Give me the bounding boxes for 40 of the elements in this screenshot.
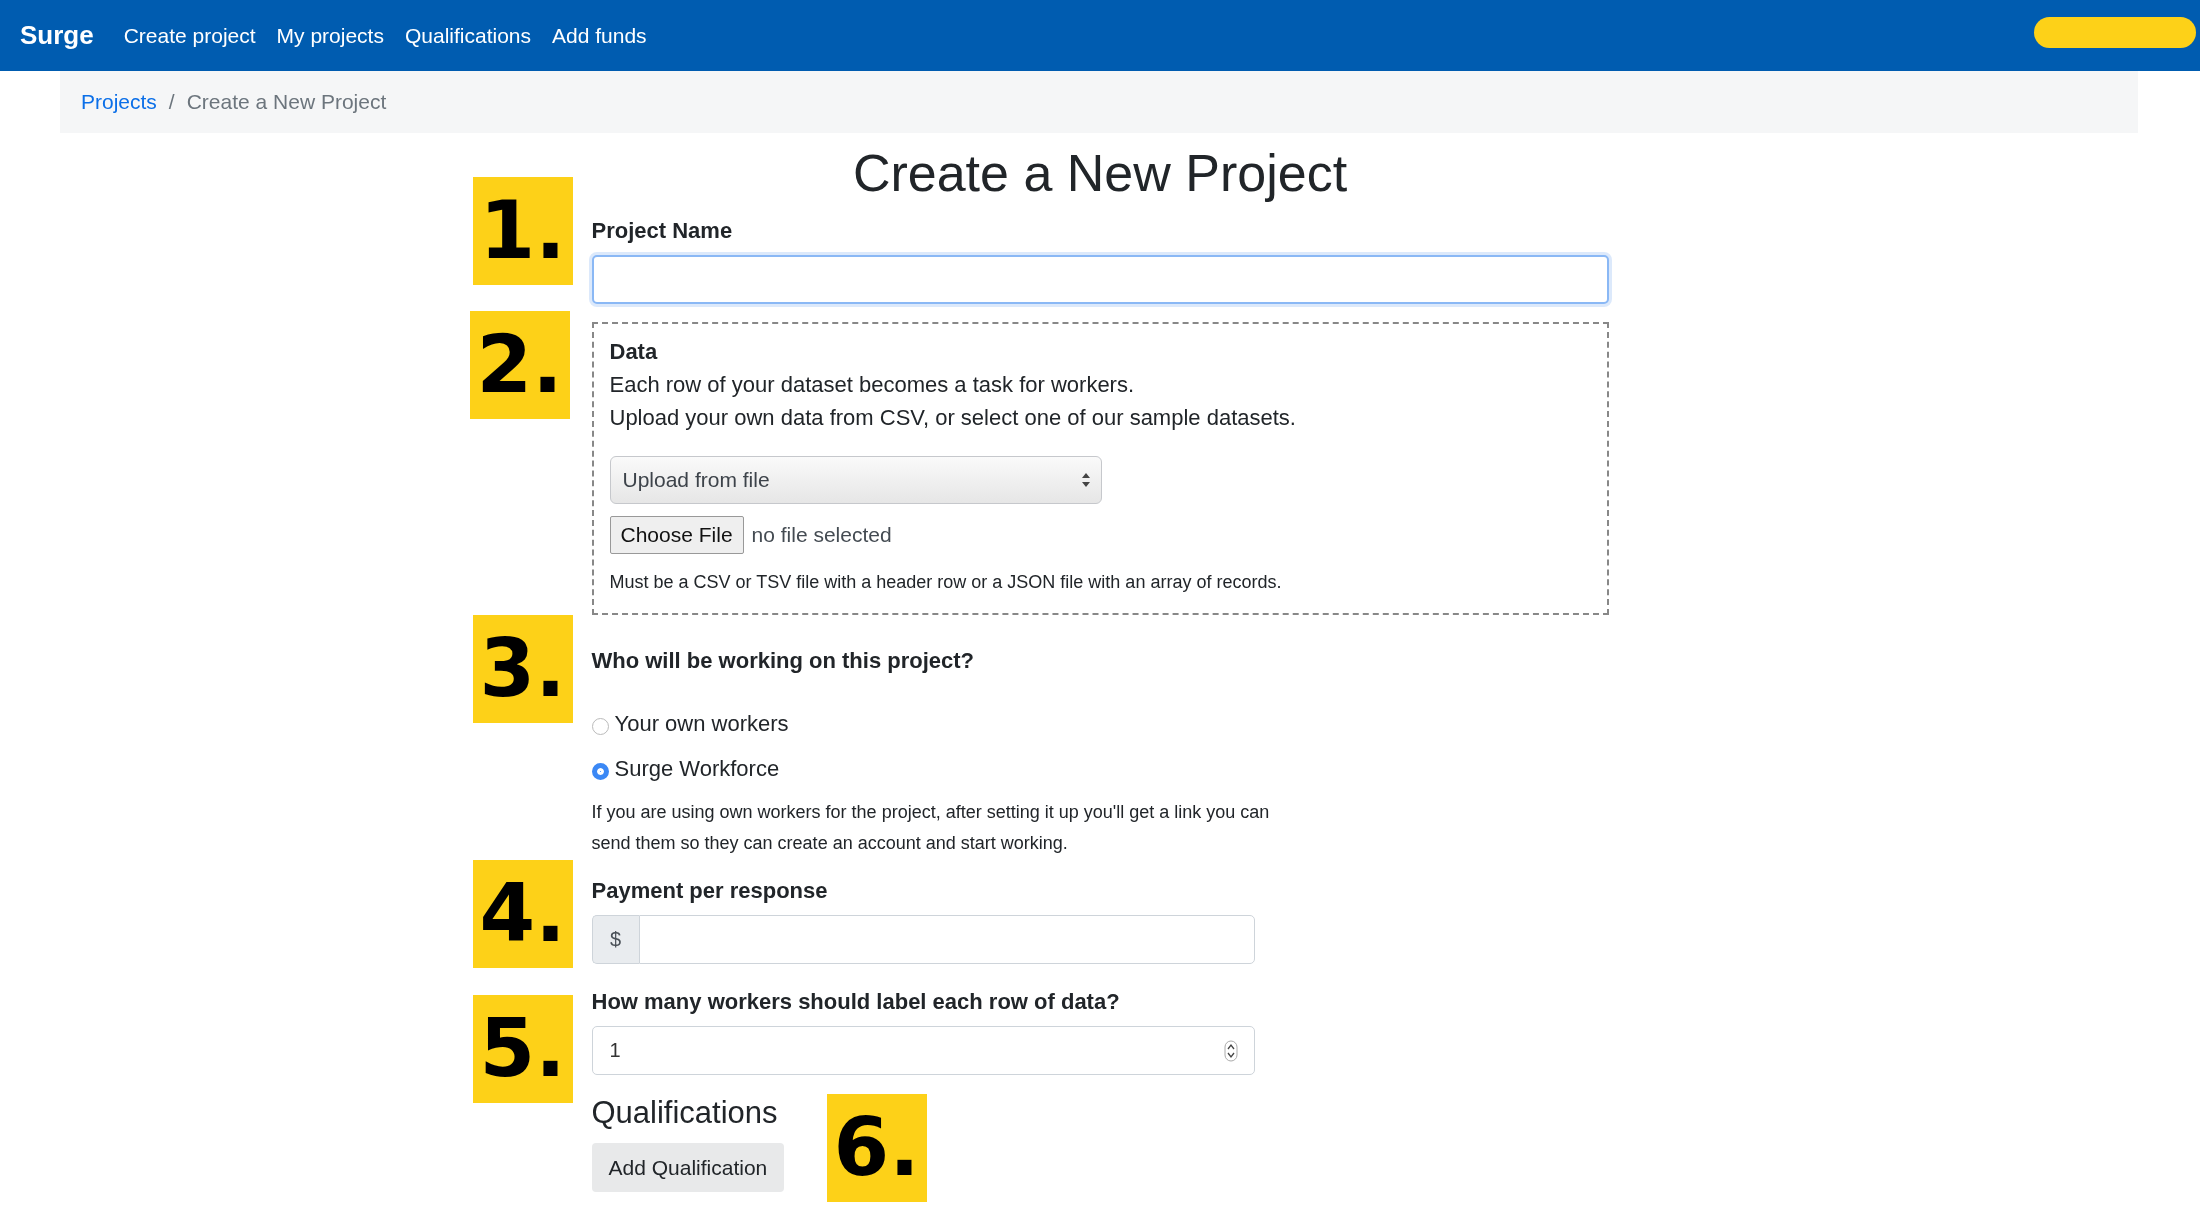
nav-link[interactable]: Qualifications	[404, 23, 531, 48]
payment-field[interactable]	[638, 915, 1255, 964]
step-marker: 5.	[472, 995, 573, 1103]
description-text: Each row of your dataset becomes a task for workers.	[609, 371, 1136, 399]
field-label: Data	[609, 338, 659, 366]
radio-button[interactable]	[591, 763, 609, 780]
data-source-select[interactable]: Upload from file	[609, 456, 1102, 504]
currency-prefix: $	[591, 915, 639, 964]
nav-link[interactable]: Add funds	[552, 23, 647, 48]
file-status-text: no file selected	[751, 523, 892, 547]
radio-label[interactable]: Surge Workforce	[614, 755, 780, 782]
brand-logo[interactable]: Surge	[20, 20, 94, 51]
breadcrumb-link[interactable]: Projects	[81, 90, 157, 114]
step-marker: 1.	[472, 177, 573, 285]
help-text: Must be a CSV or TSV file with a header row or a JSON file with an array of records.	[609, 572, 1283, 593]
field-label: Project Name	[591, 217, 734, 245]
step-marker: 2.	[469, 311, 570, 419]
nav-link[interactable]: My projects	[276, 23, 384, 48]
step-marker: 3.	[472, 615, 573, 723]
nav-link[interactable]: Create project	[123, 23, 256, 48]
account-pill[interactable]	[2034, 17, 2196, 48]
add-qualification-button[interactable]: Add Qualification	[591, 1143, 785, 1192]
field-label: How many workers should label each row of data?	[591, 988, 1121, 1016]
section-heading: Qualifications	[591, 1094, 778, 1132]
field-label: Who will be working on this project?	[591, 647, 976, 675]
radio-button[interactable]	[591, 718, 609, 735]
workers-count-field[interactable]: 1	[591, 1026, 1255, 1075]
help-text: If you are using own workers for the project, after setting it up you'll get a link you can send them so they can create an account and start working.	[591, 801, 1271, 855]
spinner-icon[interactable]	[1223, 1039, 1238, 1062]
breadcrumb-current: Create a New Project	[186, 90, 387, 114]
choose-file-button[interactable]: Choose File	[609, 516, 744, 554]
step-marker: 4.	[472, 860, 573, 968]
field-label: Payment per response	[591, 877, 829, 905]
project-name-field[interactable]	[591, 255, 1609, 304]
updown-icon	[1080, 472, 1091, 488]
breadcrumb-separator: /	[168, 90, 175, 114]
step-marker: 6.	[826, 1094, 927, 1202]
radio-label[interactable]: Your own workers	[614, 710, 789, 737]
page-title: Create a New Project	[851, 143, 1349, 203]
description-text: Upload your own data from CSV, or select one of our sample datasets.	[609, 404, 1297, 432]
